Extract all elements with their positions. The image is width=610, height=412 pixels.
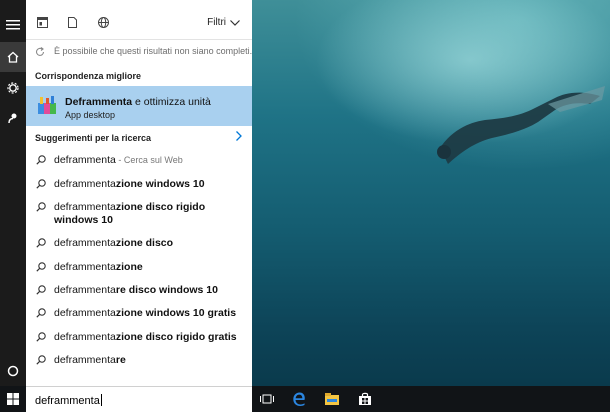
chevron-right-icon[interactable] <box>236 131 242 141</box>
search-icon <box>36 202 46 212</box>
suggestions-heading: Suggerimenti per la ricerca <box>35 133 152 143</box>
suggestion-item[interactable]: deframmentare disco windows 10 <box>26 284 252 297</box>
settings-button[interactable] <box>0 73 26 103</box>
filters-dropdown[interactable]: Filtri <box>207 17 240 28</box>
web-scope-icon[interactable] <box>98 17 109 28</box>
results-incomplete-note: È possibile che questi risultati non sia… <box>26 40 252 64</box>
store-icon <box>359 392 371 405</box>
search-icon <box>36 262 46 272</box>
search-scope-bar: Filtri <box>26 0 252 40</box>
chevron-down-icon <box>230 19 240 26</box>
search-icon <box>36 155 46 165</box>
cortana-icon <box>7 365 19 377</box>
store-button[interactable] <box>356 390 374 408</box>
wallpaper-swimmer-image <box>437 86 605 164</box>
suggestion-item[interactable]: deframmentazione disco rigido windows 10 <box>26 201 252 227</box>
edge-icon <box>293 392 305 406</box>
start-button[interactable] <box>0 386 26 412</box>
apps-scope-icon[interactable] <box>37 17 48 28</box>
refresh-icon <box>35 47 45 56</box>
file-explorer-button[interactable] <box>323 390 341 408</box>
best-match-app-name: Deframmenta e ottimizza unità <box>65 96 211 108</box>
file-explorer-icon <box>325 393 339 405</box>
best-match-app-type: App desktop <box>65 110 116 120</box>
task-view-button[interactable] <box>258 390 276 408</box>
filters-label: Filtri <box>207 17 226 28</box>
cortana-button[interactable] <box>0 356 26 386</box>
search-icon <box>36 332 46 342</box>
note-text: È possibile che questi risultati non sia… <box>54 46 252 56</box>
hamburger-menu-button[interactable] <box>0 10 26 40</box>
search-input[interactable]: deframmenta <box>26 386 252 412</box>
search-icon <box>36 308 46 318</box>
suggestion-item[interactable]: deframmentazione windows 10 <box>26 178 252 191</box>
hamburger-icon <box>6 20 20 30</box>
windows-icon <box>7 393 19 405</box>
search-icon <box>36 285 46 295</box>
search-icon <box>36 179 46 189</box>
search-icon <box>36 355 46 365</box>
best-match-heading: Corrispondenza migliore <box>35 71 142 81</box>
suggestion-item[interactable]: deframmentazione windows 10 gratis <box>26 307 252 320</box>
suggestion-item[interactable]: deframmentazione disco rigido gratis <box>26 331 252 344</box>
home-icon <box>7 51 19 63</box>
edge-button[interactable] <box>290 390 308 408</box>
suggestion-item[interactable]: deframmentazione <box>26 261 252 274</box>
best-match-result[interactable]: Deframmenta e ottimizza unità App deskto… <box>26 86 252 126</box>
home-button[interactable] <box>0 42 26 72</box>
text-caret <box>100 394 102 406</box>
suggestion-item[interactable]: deframmentazione disco <box>26 237 252 250</box>
documents-scope-icon[interactable] <box>68 17 77 28</box>
suggestion-item[interactable]: deframmentare <box>26 354 252 367</box>
gear-icon <box>7 82 19 94</box>
feedback-button[interactable] <box>0 103 26 133</box>
defrag-app-icon <box>38 96 56 114</box>
suggestion-item[interactable]: deframmenta - Cerca sul Web <box>26 154 252 167</box>
start-rail <box>0 0 26 386</box>
task-view-icon <box>260 394 274 404</box>
search-icon <box>36 238 46 248</box>
search-results-panel: Filtri È possibile che questi risultati … <box>26 0 252 386</box>
feedback-icon <box>8 113 17 124</box>
search-query-text: deframmenta <box>35 395 100 407</box>
